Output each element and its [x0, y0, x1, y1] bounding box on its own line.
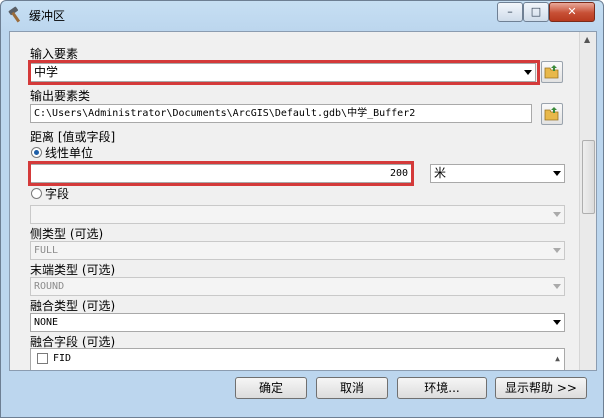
distance-field-dropdown[interactable] — [30, 205, 565, 224]
cancel-button[interactable]: 取消 — [316, 377, 388, 399]
side-type-value: FULL — [34, 245, 59, 256]
highlight-frame — [28, 60, 540, 85]
output-features-value: C:\Users\Administrator\Documents\ArcGIS\… — [34, 108, 416, 119]
environments-button[interactable]: 环境... — [397, 377, 487, 399]
minimize-button[interactable]: – — [497, 2, 523, 22]
show-help-button[interactable]: 显示帮助 >> — [495, 377, 587, 399]
scroll-up-icon[interactable]: ▲ — [584, 35, 590, 44]
output-features-label: 输出要素类 — [30, 89, 91, 103]
field-checkbox[interactable] — [37, 353, 48, 364]
side-type-label: 侧类型 (可选) — [30, 227, 104, 241]
dissolve-field-list[interactable]: FID ▲ — [30, 348, 565, 370]
end-type-value: ROUND — [34, 281, 65, 292]
vertical-scrollbar[interactable]: ▲ — [579, 32, 596, 370]
chevron-down-icon — [553, 320, 561, 325]
distance-unit-dropdown[interactable]: 米 — [430, 164, 565, 183]
output-features-input[interactable]: C:\Users\Administrator\Documents\ArcGIS\… — [30, 104, 532, 123]
maximize-button[interactable]: □ — [523, 2, 549, 22]
distance-unit-value: 米 — [434, 166, 447, 180]
chevron-down-icon — [553, 171, 561, 176]
chevron-down-icon — [553, 212, 561, 217]
field-radio[interactable] — [31, 188, 42, 199]
end-type-label: 末端类型 (可选) — [30, 263, 116, 277]
linear-unit-radio[interactable] — [31, 147, 42, 158]
title-bar[interactable]: 缓冲区 – □ ✕ — [1, 1, 603, 29]
browse-input-button[interactable] — [541, 61, 563, 83]
distance-label: 距离 [值或字段] — [30, 130, 116, 144]
scroll-up-icon[interactable]: ▲ — [555, 350, 560, 367]
window-title: 缓冲区 — [29, 9, 66, 23]
tool-parameters-panel: 输入要素 中学 输出要素类 C:\Users\Administrator\Doc… — [9, 31, 597, 371]
close-button[interactable]: ✕ — [549, 2, 595, 22]
dissolve-type-value: NONE — [34, 317, 59, 328]
linear-unit-label: 线性单位 — [45, 146, 94, 160]
chevron-down-icon — [553, 284, 561, 289]
end-type-dropdown[interactable]: ROUND — [30, 277, 565, 296]
ok-button[interactable]: 确定 — [235, 377, 307, 399]
hammer-tool-icon — [8, 6, 21, 23]
open-folder-icon — [544, 107, 559, 121]
field-label: 字段 — [45, 187, 70, 201]
dissolve-type-label: 融合类型 (可选) — [30, 299, 116, 313]
open-folder-icon — [544, 65, 559, 79]
side-type-dropdown[interactable]: FULL — [30, 241, 565, 260]
dissolve-type-dropdown[interactable]: NONE — [30, 313, 565, 332]
browse-output-button[interactable] — [541, 103, 563, 125]
chevron-down-icon — [553, 248, 561, 253]
dialog-window: 缓冲区 – □ ✕ 输入要素 中学 输出要素类 C:\Users\Adminis… — [0, 0, 604, 418]
highlight-frame — [28, 161, 414, 186]
scroll-thumb[interactable] — [582, 140, 595, 214]
list-item: FID — [53, 353, 72, 364]
